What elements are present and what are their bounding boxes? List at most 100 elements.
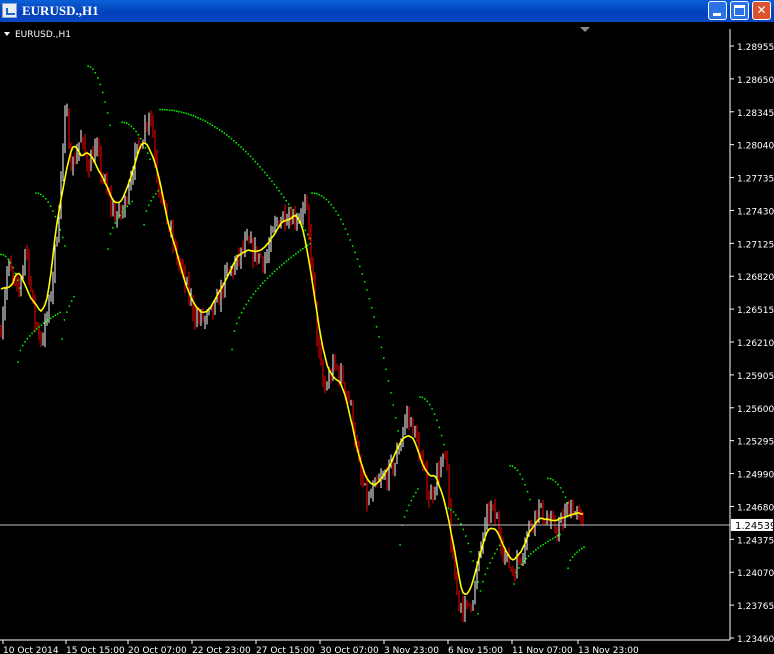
time-tick-label: 27 Oct 15:00: [256, 646, 315, 654]
sar-dot: [509, 465, 511, 467]
sar-dot: [521, 478, 524, 480]
sar-dot: [266, 174, 268, 177]
sar-dot: [452, 511, 455, 513]
sar-dot: [530, 553, 532, 555]
sar-dot: [245, 303, 247, 306]
sar-dot: [316, 193, 318, 195]
sar-dot: [276, 268, 278, 270]
sar-dot: [42, 195, 44, 198]
window-titlebar[interactable]: EURUSD.,H1 ✕: [0, 0, 774, 22]
sar-dot: [264, 279, 266, 282]
sar-dot: [47, 319, 50, 321]
sar-dot: [240, 146, 242, 148]
sar-dot: [135, 130, 137, 133]
sar-dot: [180, 111, 183, 113]
sar-dot: [17, 361, 19, 363]
sar-dot: [126, 205, 128, 208]
sar-dot: [535, 549, 537, 551]
sar-dot: [549, 478, 552, 480]
sar-dot: [49, 205, 52, 207]
sar-dot: [549, 539, 552, 541]
sar-dot: [214, 126, 216, 128]
sar-dot: [564, 496, 567, 498]
sar-dot: [237, 144, 240, 146]
sar-dot: [436, 419, 438, 422]
sar-dot: [516, 469, 519, 472]
sar-dot: [166, 109, 168, 111]
sar-dot: [187, 113, 190, 115]
sar-dot: [383, 357, 385, 359]
price-tick-label: 1.27735: [737, 175, 774, 185]
sar-dot: [143, 224, 145, 226]
sar-dot: [304, 229, 306, 232]
sar-dot: [171, 109, 173, 112]
sar-dot: [7, 258, 9, 260]
sar-dot: [176, 110, 178, 112]
sar-dot: [385, 368, 387, 371]
sar-dot: [109, 233, 112, 235]
sar-dot: [19, 349, 22, 352]
sar-dot: [59, 311, 61, 314]
sar-dot: [59, 229, 61, 231]
sar-dot: [159, 108, 161, 111]
sar-dot: [581, 547, 583, 550]
minimize-button[interactable]: [708, 1, 727, 20]
sar-dot: [264, 171, 266, 174]
sar-dot: [235, 142, 237, 144]
chart-window-icon[interactable]: [2, 3, 17, 18]
sar-dot: [47, 201, 49, 203]
time-tick-label: 3 Nov 23:00: [384, 646, 439, 654]
sar-dot: [462, 528, 464, 531]
chart-background: [0, 22, 774, 654]
sar-dot: [323, 196, 325, 199]
sar-dot: [87, 65, 89, 67]
sar-dot: [243, 307, 245, 310]
sar-dot: [245, 150, 247, 153]
sar-dot: [230, 138, 233, 140]
sar-dot: [477, 581, 479, 583]
sar-dot: [557, 483, 559, 486]
sar-dot: [195, 116, 197, 118]
sar-dot: [29, 335, 31, 337]
close-button[interactable]: ✕: [752, 1, 771, 20]
price-chart[interactable]: 1.28955 1.28650 1.28345 1.28040 1.27735 1.274…: [0, 22, 774, 654]
sar-dot: [313, 192, 316, 194]
sar-dot: [375, 326, 378, 328]
window-title: EURUSD.,H1: [22, 3, 99, 18]
sar-dot: [559, 533, 561, 536]
sar-dot: [311, 192, 313, 194]
sar-dot: [299, 249, 302, 252]
sar-dot: [366, 289, 368, 291]
sar-dot: [417, 488, 419, 490]
time-tick-label: 11 Nov 07:00: [512, 646, 573, 654]
sar-dot: [144, 147, 147, 149]
sar-dot: [231, 348, 233, 351]
sar-dot: [233, 330, 236, 332]
sar-dot: [40, 193, 42, 196]
sar-dot: [99, 83, 101, 86]
sar-dot: [64, 245, 66, 247]
sar-dot: [204, 120, 206, 122]
sar-dot: [106, 112, 109, 114]
sar-dot: [397, 430, 399, 432]
sar-dot: [261, 168, 264, 171]
sar-dot: [373, 316, 375, 318]
sar-dot: [50, 317, 52, 320]
sar-dot: [408, 504, 410, 507]
sar-dot: [252, 158, 254, 160]
sar-dot: [37, 192, 40, 195]
sar-dot: [574, 553, 576, 556]
sar-dot: [114, 222, 116, 224]
sar-dot: [14, 272, 17, 275]
sar-dot: [306, 244, 309, 247]
price-tick-label: 1.24070: [737, 569, 774, 579]
sar-dot: [447, 507, 450, 510]
price-tick-label: 1.24990: [737, 471, 774, 481]
sar-dot: [94, 72, 97, 74]
maximize-button[interactable]: [730, 1, 749, 20]
price-tick-label: 1.28040: [737, 142, 774, 152]
sar-dot: [514, 467, 516, 469]
sar-dot: [371, 307, 373, 309]
sar-dot: [278, 266, 281, 268]
sar-dot: [45, 198, 47, 200]
